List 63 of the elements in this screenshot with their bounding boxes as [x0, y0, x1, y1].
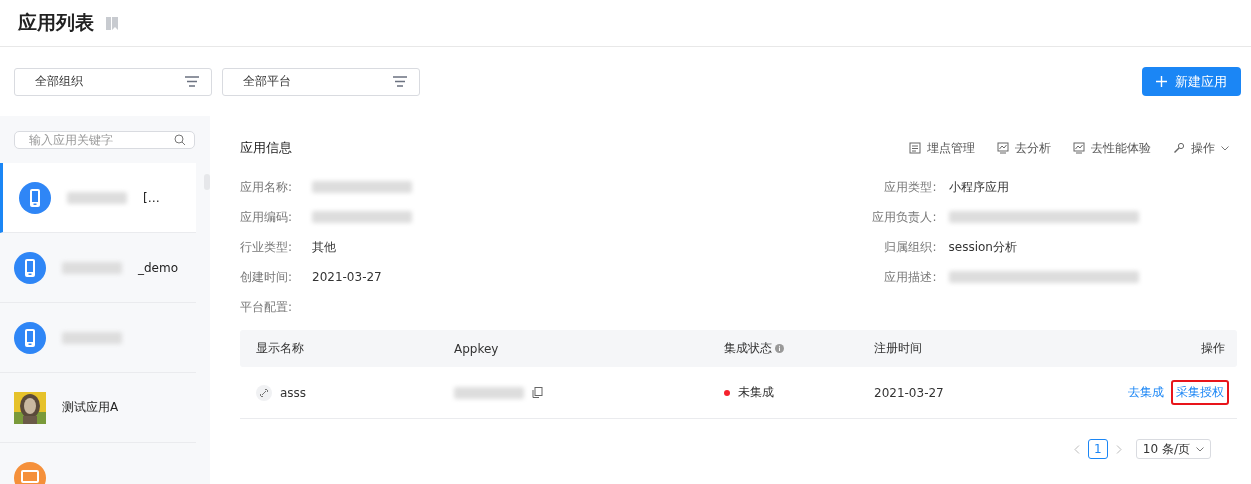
page-title: 应用列表	[18, 10, 94, 35]
field-label: 创建时间:	[240, 268, 294, 286]
copy-icon[interactable]	[532, 387, 543, 398]
app-name: […	[143, 190, 160, 205]
field-value: 小程序应用	[948, 178, 1009, 196]
column-header: 集成状态	[724, 340, 772, 357]
app-list-item[interactable]: _demo	[0, 233, 196, 303]
chart-icon	[997, 142, 1009, 154]
filter-select[interactable]: 全部组织	[14, 67, 212, 96]
app-name: 测试应用A	[62, 399, 119, 416]
column-header: 显示名称	[256, 340, 304, 357]
column-header: 注册时间	[874, 340, 922, 357]
blurred-text	[62, 261, 122, 274]
link-icon	[256, 384, 272, 401]
app-list-item[interactable]: […	[0, 163, 196, 233]
new-app-button[interactable]: 新建应用	[1142, 67, 1241, 96]
caret-icon	[1196, 446, 1204, 452]
column-header: Appkey	[454, 341, 499, 356]
action-link[interactable]: 埋点管理	[909, 139, 975, 157]
page-button[interactable]: 1	[1087, 439, 1108, 459]
scrollbar-thumb[interactable]	[204, 174, 210, 190]
column-header: 操作	[1201, 340, 1225, 357]
row-action-link[interactable]: 去集成	[1123, 380, 1169, 405]
filter-select[interactable]: 全部平台	[222, 67, 420, 96]
field-label: 应用描述:	[883, 268, 937, 286]
field-value: 2021-03-27	[312, 270, 382, 284]
table-cell: 2021-03-27	[874, 385, 944, 400]
row-action-link[interactable]: 采集授权	[1171, 380, 1229, 405]
field-label: 行业类型:	[240, 238, 294, 256]
search-field[interactable]: 输入应用关键字	[14, 131, 195, 149]
table-cell: asss	[280, 385, 307, 400]
field-value: 其他	[312, 238, 336, 256]
app-list-item[interactable]: 测试应用A	[0, 373, 196, 443]
book-icon	[106, 16, 118, 30]
action-link[interactable]: 去性能体验	[1073, 139, 1151, 157]
field-label: 应用类型:	[883, 178, 937, 196]
phone-icon	[14, 321, 46, 354]
caret-icon	[1221, 145, 1229, 151]
info-icon	[775, 344, 784, 353]
status-text: 未集成	[738, 384, 774, 401]
next-page-icon[interactable]	[1115, 444, 1122, 454]
chart-icon	[1073, 142, 1085, 154]
filter-icon	[393, 76, 407, 87]
app-name: _demo	[138, 260, 179, 275]
blurred-text	[67, 191, 127, 204]
field-label: 应用负责人:	[871, 208, 937, 226]
field-label: 归属组织:	[883, 238, 937, 256]
filter-icon	[185, 76, 199, 87]
field-label: 平台配置:	[240, 298, 294, 316]
field-label: 应用名称:	[240, 178, 294, 196]
field-label: 应用编码:	[240, 208, 294, 226]
prev-page-icon[interactable]	[1073, 444, 1080, 454]
search-icon	[174, 134, 186, 146]
section-title: 应用信息	[240, 139, 292, 157]
blurred-text	[62, 331, 122, 344]
phone-icon	[19, 181, 51, 214]
page-size-select[interactable]: 10 条/页	[1135, 439, 1211, 459]
list-icon	[909, 142, 921, 154]
field-value: session分析	[948, 238, 1017, 256]
action-link[interactable]: 操作	[1173, 139, 1229, 157]
action-link[interactable]: 去分析	[997, 139, 1051, 157]
phone-icon	[14, 251, 46, 284]
plus-icon	[1156, 76, 1167, 87]
